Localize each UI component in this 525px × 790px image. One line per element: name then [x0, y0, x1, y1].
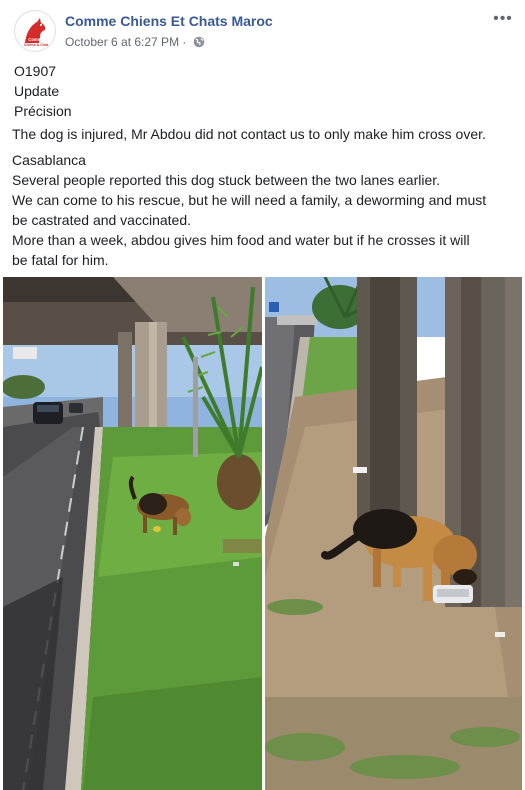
- post-line: be fatal for him.: [12, 252, 109, 268]
- post-line: More than a week, abdou gives him food a…: [12, 232, 470, 248]
- post-line: We can come to his rescue, but he will n…: [12, 192, 487, 208]
- dog-photo-under-bridge-icon: [265, 277, 522, 790]
- photo-right[interactable]: [265, 277, 522, 790]
- facebook-post: Comme Chiens & Chat Comme Chiens Et Chat…: [0, 0, 525, 790]
- photo-grid: [3, 277, 522, 790]
- globe-icon[interactable]: [193, 36, 205, 48]
- post-line: Précision: [14, 103, 72, 119]
- avatar-text-line2: Chiens & Chat: [24, 43, 49, 47]
- post-text-block-3: Casablanca Several people reported this …: [12, 150, 486, 270]
- post-text-block-2: The dog is injured, Mr Abdou did not con…: [12, 124, 486, 144]
- post-line: Casablanca: [12, 152, 86, 168]
- dog-logo-icon: Comme Chiens & Chat: [16, 12, 55, 51]
- post-timestamp[interactable]: October 6 at 6:27 PM: [65, 35, 179, 49]
- post-line: be castrated and vaccinated.: [12, 212, 192, 228]
- dog-photo-roadside-icon: [3, 277, 262, 790]
- post-line: O1907: [14, 63, 57, 79]
- page-avatar[interactable]: Comme Chiens & Chat: [14, 10, 56, 52]
- page-name-link[interactable]: Comme Chiens Et Chats Maroc: [65, 13, 273, 29]
- post-text-block-1: O1907 Update Précision: [14, 61, 72, 121]
- post-meta: October 6 at 6:27 PM ·: [65, 35, 205, 49]
- more-options-button[interactable]: •••: [491, 10, 515, 28]
- photo-left[interactable]: [3, 277, 262, 790]
- post-header: Comme Chiens & Chat Comme Chiens Et Chat…: [0, 0, 525, 60]
- post-line: Update: [14, 83, 60, 99]
- post-line: Several people reported this dog stuck b…: [12, 172, 441, 188]
- post-line: The dog is injured, Mr Abdou did not con…: [12, 126, 486, 142]
- meta-separator: ·: [182, 35, 187, 49]
- avatar-text-line1: Comme: [28, 37, 44, 42]
